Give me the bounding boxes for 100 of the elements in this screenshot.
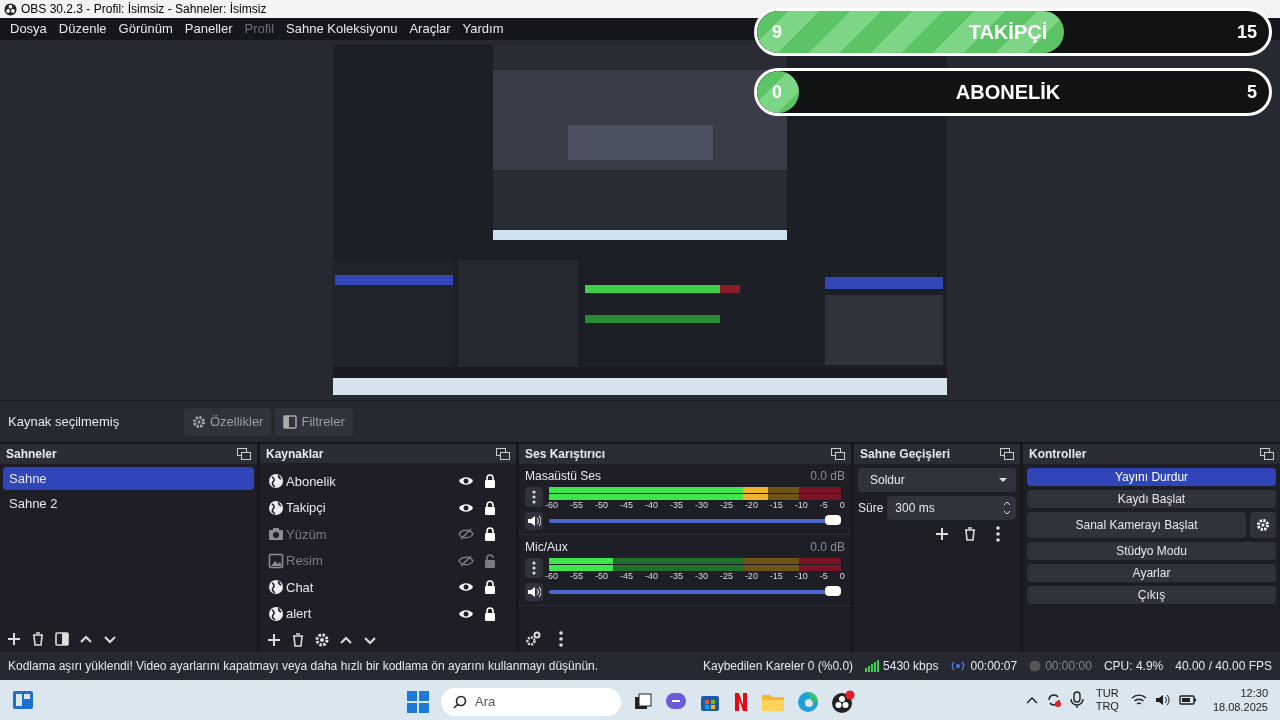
record-time: 00:00:00	[1045, 658, 1092, 675]
task-view-icon[interactable]	[633, 692, 653, 712]
panel-title: Sahne Geçişleri	[860, 446, 951, 463]
channel-menu-button[interactable]	[525, 487, 543, 507]
scale-label: -55	[570, 500, 583, 511]
menu-item[interactable]: Sahne Koleksiyonu	[280, 19, 404, 39]
source-item[interactable]: Yüzüm	[286, 524, 456, 545]
scale-label: 0	[839, 571, 845, 582]
globe-icon	[268, 579, 284, 596]
scale-label: -55	[570, 571, 583, 582]
streaming-app-icon[interactable]	[733, 691, 749, 713]
clock-time[interactable]: 12:30	[1240, 686, 1268, 700]
menu-item[interactable]: Yardım	[456, 19, 510, 39]
widgets-icon[interactable]	[12, 690, 34, 710]
broadcast-icon	[950, 660, 967, 672]
mute-button[interactable]	[525, 512, 543, 530]
recording-app-icon[interactable]	[831, 690, 855, 714]
properties-button[interactable]: Özellikler	[184, 407, 272, 436]
settings-icon[interactable]	[523, 629, 543, 649]
battery-icon[interactable]	[1178, 693, 1197, 707]
source-item[interactable]: Abonelik	[286, 471, 456, 492]
eye-icon[interactable]	[458, 501, 474, 514]
scale-label: -50	[594, 500, 608, 511]
caret-icon	[998, 477, 1008, 483]
menu-item[interactable]: Araçlar	[403, 19, 457, 39]
microphone-icon[interactable]	[1069, 691, 1084, 709]
source-item[interactable]: Chat	[286, 577, 456, 598]
eye-icon[interactable]	[458, 581, 474, 594]
menu-item[interactable]: Düzenle	[52, 19, 113, 39]
eye-slash-icon[interactable]	[458, 554, 474, 567]
counter-label: ABONELİK	[954, 80, 1062, 105]
undock-icon[interactable]	[237, 448, 251, 460]
mute-button[interactable]	[525, 583, 543, 601]
more-icon	[532, 490, 536, 504]
keyboard-layout[interactable]: TRQ	[1095, 700, 1119, 713]
lock-icon[interactable]	[484, 474, 496, 489]
control-button[interactable]: Sanal Kamerayı Başlat	[1027, 512, 1246, 538]
sync-icon[interactable]	[1045, 692, 1062, 708]
scale-label: -60	[545, 571, 558, 582]
lock-icon[interactable]	[484, 606, 496, 621]
undock-icon[interactable]	[1260, 448, 1274, 460]
speaker-icon	[527, 515, 541, 527]
scale-label: 0	[839, 500, 845, 511]
scene-item[interactable]: Sahne 2	[3, 492, 254, 515]
counter-goal: 15	[1235, 20, 1258, 44]
duration-label: Süre	[858, 500, 884, 517]
control-button[interactable]: Çıkış	[1027, 586, 1276, 604]
lock-icon[interactable]	[484, 527, 496, 542]
filter-icon[interactable]	[52, 629, 72, 649]
eye-slash-icon[interactable]	[458, 528, 474, 541]
scale-label: -5	[819, 500, 828, 511]
undock-icon[interactable]	[496, 447, 510, 460]
stream-time: 00:00:07	[970, 658, 1018, 675]
scale-label: -30	[694, 500, 708, 511]
unlock-icon[interactable]	[484, 553, 496, 568]
scene-item[interactable]: Sahne	[3, 467, 254, 490]
source-item[interactable]: alert	[286, 604, 456, 624]
scale-label: -60	[545, 500, 558, 511]
channel-menu-button[interactable]	[525, 558, 543, 578]
scale-label: -25	[719, 500, 733, 511]
channel-db-reading: 0.0 dB	[810, 539, 845, 556]
wifi-icon[interactable]	[1130, 693, 1147, 707]
control-button[interactable]: Kaydı Başlat	[1027, 490, 1276, 508]
eye-icon[interactable]	[458, 475, 474, 488]
control-button[interactable]: Ayarlar	[1027, 564, 1276, 582]
transition-dropdown[interactable]: Soldur	[858, 468, 1016, 492]
channel-name: Mic/Aux	[525, 539, 568, 556]
filter-icon	[283, 414, 298, 429]
menu-item[interactable]: Görünüm	[112, 19, 179, 39]
source-item[interactable]: Takipçi	[286, 498, 456, 518]
panel-title: Ses Karıştırıcı	[525, 446, 606, 463]
panel-title: Kontroller	[1029, 446, 1087, 463]
globe-icon	[268, 473, 284, 490]
fps-counter: 40.00 / 40.00 FPS	[1175, 658, 1272, 675]
chevron-up-icon[interactable]	[1025, 695, 1038, 705]
control-button[interactable]: Stüdyo Modu	[1027, 542, 1276, 560]
menu-item[interactable]: Dosya	[4, 19, 53, 39]
volume-icon[interactable]	[1154, 693, 1171, 707]
undock-icon[interactable]	[831, 448, 845, 460]
counter-current: 0	[771, 80, 783, 104]
control-button[interactable]: Yayını Durdur	[1027, 468, 1276, 486]
input-language[interactable]: TUR	[1096, 687, 1119, 700]
duration-spinbox[interactable]: 300 ms	[887, 496, 1016, 520]
lock-icon[interactable]	[484, 580, 496, 595]
filters-button[interactable]: Filtreler	[275, 407, 353, 436]
clock-date[interactable]: 18.08.2025	[1212, 700, 1268, 714]
menu-item[interactable]: Paneller	[178, 19, 239, 39]
undock-icon[interactable]	[1000, 448, 1014, 460]
camera-icon	[268, 526, 284, 543]
lock-icon[interactable]	[484, 500, 496, 515]
windows-start-icon[interactable]	[407, 691, 429, 713]
source-item[interactable]: Resim	[286, 551, 456, 571]
gear-icon	[192, 414, 206, 429]
counter-goal: 5	[1246, 80, 1258, 104]
counter-current: 9	[771, 20, 783, 44]
virtual-camera-settings-button[interactable]	[1250, 512, 1276, 538]
counter-label: TAKİPÇİ	[967, 20, 1049, 45]
eye-icon[interactable]	[458, 607, 474, 620]
gear-icon	[1256, 518, 1270, 532]
taskbar-search-field[interactable]: Ara	[441, 688, 621, 716]
